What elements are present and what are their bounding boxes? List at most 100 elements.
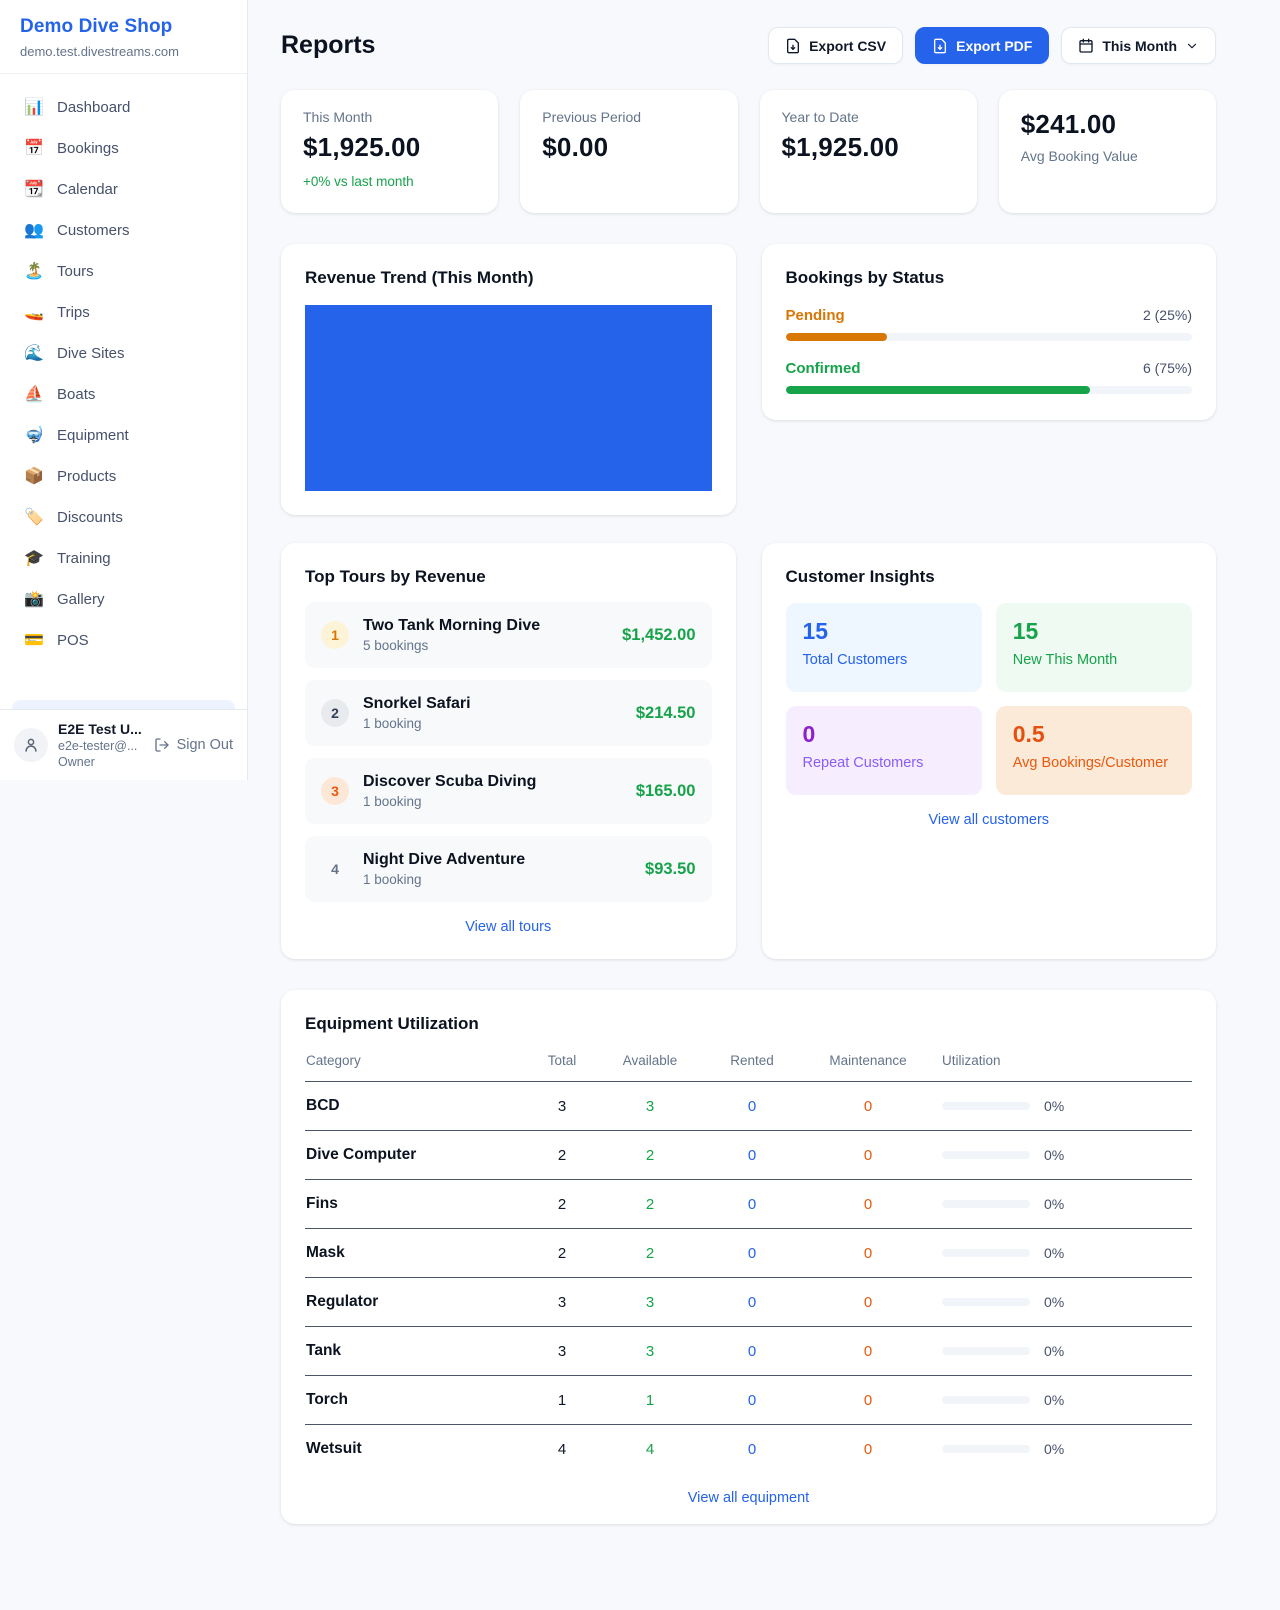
cell-rented: 0: [702, 1425, 802, 1474]
sidebar-item-dive-sites[interactable]: 🌊Dive Sites: [12, 334, 235, 372]
utilization-percent: 0%: [1044, 1294, 1064, 1310]
sidebar-item-label: Bookings: [57, 140, 119, 157]
sidebar-item-dashboard[interactable]: 📊Dashboard: [12, 88, 235, 126]
trips-icon: 🚤: [24, 302, 44, 322]
equipment-table: Category Total Available Rented Maintena…: [305, 1049, 1192, 1473]
stat-label: Year to Date: [782, 109, 955, 125]
tour-meta: Discover Scuba Diving1 booking: [363, 773, 622, 809]
sidebar-item-reports-partial[interactable]: [12, 700, 235, 709]
utilization-percent: 0%: [1044, 1441, 1064, 1457]
rank-badge: 4: [321, 855, 349, 883]
cell-category: Dive Computer: [305, 1131, 526, 1180]
rank-badge: 2: [321, 699, 349, 727]
sidebar-item-label: Dive Sites: [57, 345, 125, 362]
cell-available: 3: [598, 1327, 702, 1376]
sidebar-item-tours[interactable]: 🏝️Tours: [12, 252, 235, 290]
status-label: Confirmed: [786, 360, 861, 377]
equipment-icon: 🤿: [24, 425, 44, 445]
cell-category: Regulator: [305, 1278, 526, 1327]
header-actions: Export CSV Export PDF This Month: [768, 27, 1216, 64]
sidebar-item-label: Products: [57, 468, 116, 485]
sign-out-button[interactable]: Sign Out: [154, 737, 233, 753]
column-header-utilization: Utilization: [934, 1049, 1192, 1082]
utilization-percent: 0%: [1044, 1245, 1064, 1261]
cell-available: 3: [598, 1082, 702, 1131]
file-download-icon: [785, 38, 801, 54]
sidebar: Demo Dive Shop demo.test.divestreams.com…: [0, 0, 248, 780]
sidebar-item-gallery[interactable]: 📸Gallery: [12, 580, 235, 618]
sidebar-item-pos[interactable]: 💳POS: [12, 621, 235, 659]
tour-row: 4Night Dive Adventure1 booking$93.50: [305, 836, 712, 902]
main-area: Reports Export CSV Export PDF This Month…: [248, 0, 1280, 1610]
sidebar-item-label: Training: [57, 550, 111, 567]
insight-value: 0.5: [1013, 721, 1175, 748]
sidebar-item-equipment[interactable]: 🤿Equipment: [12, 416, 235, 454]
sidebar-item-calendar[interactable]: 📆Calendar: [12, 170, 235, 208]
sidebar-item-products[interactable]: 📦Products: [12, 457, 235, 495]
stat-label: Previous Period: [542, 109, 715, 125]
cell-total: 3: [526, 1327, 598, 1376]
cell-total: 2: [526, 1229, 598, 1278]
column-header-available: Available: [598, 1049, 702, 1082]
stat-value: $1,925.00: [782, 132, 955, 163]
sidebar-item-label: Gallery: [57, 591, 105, 608]
period-dropdown[interactable]: This Month: [1061, 27, 1216, 64]
utilization-bar-track: [942, 1249, 1030, 1257]
stat-card: $241.00Avg Booking Value: [999, 90, 1216, 213]
status-bar-fill: [786, 333, 888, 341]
revenue-trend-chart: [305, 305, 712, 491]
user-name: E2E Test U...: [58, 721, 144, 737]
sidebar-item-boats[interactable]: ⛵Boats: [12, 375, 235, 413]
column-header-total: Total: [526, 1049, 598, 1082]
sidebar-item-customers[interactable]: 👥Customers: [12, 211, 235, 249]
equipment-utilization-card: Equipment Utilization Category Total Ava…: [281, 990, 1216, 1524]
column-header-category: Category: [305, 1049, 526, 1082]
export-pdf-button[interactable]: Export PDF: [915, 27, 1049, 64]
utilization-bar-track: [942, 1396, 1030, 1404]
insight-tile-total-customers: 15Total Customers: [786, 603, 982, 692]
view-all-equipment-link[interactable]: View all equipment: [305, 1490, 1192, 1506]
export-csv-button[interactable]: Export CSV: [768, 27, 903, 64]
utilization-bar: 0%: [942, 1245, 1184, 1261]
sidebar-item-label: Discounts: [57, 509, 123, 526]
stat-card: Year to Date $1,925.00: [760, 90, 977, 213]
utilization-bar: 0%: [942, 1294, 1184, 1310]
table-row: Wetsuit44000%: [305, 1425, 1192, 1474]
utilization-bar: 0%: [942, 1147, 1184, 1163]
sidebar-item-label: Customers: [57, 222, 130, 239]
cell-category: Fins: [305, 1180, 526, 1229]
utilization-bar: 0%: [942, 1392, 1184, 1408]
cell-rented: 0: [702, 1180, 802, 1229]
cell-maintenance: 0: [802, 1425, 934, 1474]
customer-insights-card: Customer Insights 15Total Customers15New…: [762, 543, 1217, 959]
cell-rented: 0: [702, 1376, 802, 1425]
cell-utilization: 0%: [934, 1229, 1192, 1278]
rank-badge: 1: [321, 621, 349, 649]
utilization-percent: 0%: [1044, 1147, 1064, 1163]
utilization-bar: 0%: [942, 1343, 1184, 1359]
sidebar-item-training[interactable]: 🎓 Training: [12, 539, 235, 577]
cell-rented: 0: [702, 1082, 802, 1131]
cell-utilization: 0%: [934, 1180, 1192, 1229]
insight-label: Avg Bookings/Customer: [1013, 755, 1175, 771]
table-row: Tank33000%: [305, 1327, 1192, 1376]
cell-total: 3: [526, 1082, 598, 1131]
bookings-by-status-card: Bookings by Status Pending2 (25%)Confirm…: [762, 244, 1217, 420]
sidebar-item-bookings[interactable]: 📅Bookings: [12, 129, 235, 167]
view-all-customers-link[interactable]: View all customers: [786, 812, 1193, 828]
table-row: Dive Computer22000%: [305, 1131, 1192, 1180]
training-icon: 🎓: [24, 548, 44, 568]
utilization-percent: 0%: [1044, 1196, 1064, 1212]
user-role: Owner: [58, 755, 144, 769]
cell-maintenance: 0: [802, 1082, 934, 1131]
sidebar-item-discounts[interactable]: 🏷️Discounts: [12, 498, 235, 536]
rank-badge: 3: [321, 777, 349, 805]
tour-name: Two Tank Morning Dive: [363, 617, 608, 635]
utilization-bar-track: [942, 1298, 1030, 1306]
utilization-bar: 0%: [942, 1196, 1184, 1212]
view-all-tours-link[interactable]: View all tours: [305, 919, 712, 935]
bookings-by-status-title: Bookings by Status: [786, 268, 1193, 288]
sidebar-item-label: Trips: [57, 304, 90, 321]
tour-revenue: $1,452.00: [622, 626, 695, 645]
sidebar-item-trips[interactable]: 🚤 Trips: [12, 293, 235, 331]
